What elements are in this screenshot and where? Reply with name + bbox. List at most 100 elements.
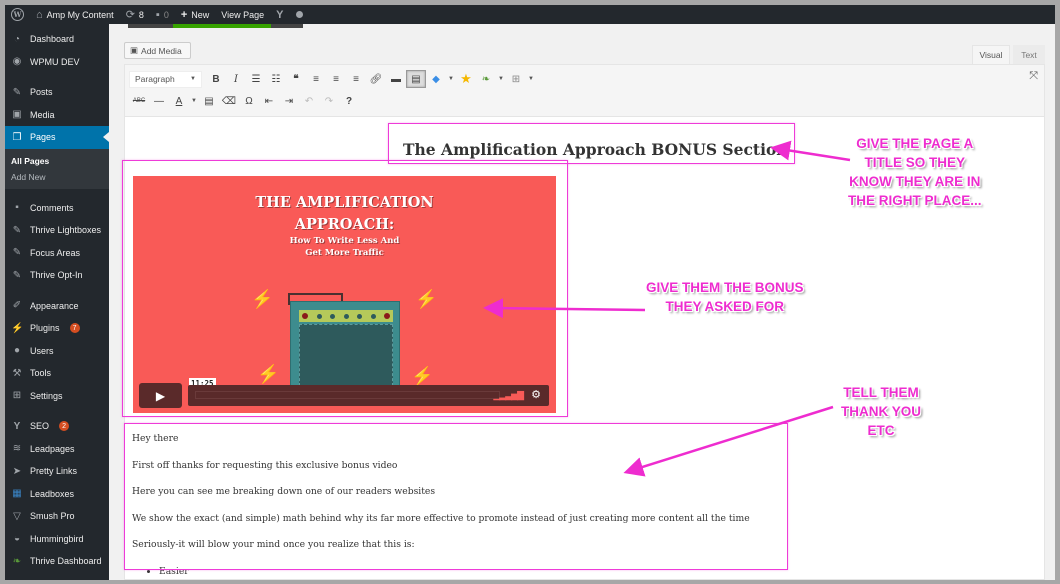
annotation-video-note: GIVE THEM THE BONUS THEY ASKED FOR: [646, 280, 804, 314]
user-icon: ●: [13, 345, 21, 357]
outdent-icon[interactable]: ⇤: [259, 92, 279, 110]
video-highlight-box: [122, 160, 568, 417]
help-icon[interactable]: ?: [339, 92, 359, 110]
progress-fill: [173, 24, 271, 28]
fullscreen-icon[interactable]: ⤧: [1029, 70, 1038, 83]
numbered-list-icon[interactable]: ☷: [266, 70, 286, 88]
clear-formatting-icon[interactable]: ⌫: [219, 92, 239, 110]
media-icon: ▣: [130, 45, 139, 55]
star-arrow-icon: ➤: [12, 465, 22, 477]
new-label: New: [191, 9, 210, 20]
view-page-link[interactable]: View Page: [215, 5, 270, 24]
sidebar-item-focus-areas[interactable]: ✎ Focus Areas: [5, 242, 109, 265]
sidebar-item-settings[interactable]: ⊞ Settings: [5, 385, 109, 408]
text-highlight-box: [124, 423, 788, 570]
chevron-down-icon[interactable]: ▼: [496, 70, 506, 88]
bullet-list-icon[interactable]: ☰: [246, 70, 266, 88]
toolbar-toggle-icon[interactable]: ▤: [406, 70, 426, 88]
sidebar-item-dashboard[interactable]: ◔ Dashboard: [5, 28, 109, 51]
leaf-icon[interactable]: ❧: [476, 70, 496, 88]
annotation-title-note: GIVE THE PAGE A TITLE SO THEY KNOW THEY …: [848, 136, 982, 208]
leadbox-icon: ▦: [12, 488, 22, 500]
sidebar-item-leadboxes[interactable]: ▦ Leadboxes: [5, 483, 109, 506]
seo-notification-badge: 2: [59, 421, 70, 432]
sidebar-item-thrive-dashboard[interactable]: ❧ Thrive Dashboard: [5, 550, 109, 573]
strikethrough-icon[interactable]: ABC: [129, 92, 149, 110]
chevron-down-icon: ▼: [190, 76, 196, 82]
site-name-link[interactable]: ⌂ Amp My Content: [30, 5, 120, 24]
sidebar-item-wpmu-dev[interactable]: ◉ WPMU DEV: [5, 51, 109, 74]
sidebar-item-smush-pro[interactable]: ▽ Smush Pro: [5, 505, 109, 528]
redo-icon[interactable]: ↷: [319, 92, 339, 110]
grid-icon[interactable]: ⊞: [506, 70, 526, 88]
link-icon[interactable]: 🔗︎: [366, 70, 386, 88]
horizontal-line-icon[interactable]: —: [149, 92, 169, 110]
sidebar-item-media[interactable]: ▣ Media: [5, 104, 109, 127]
wpmudev-icon: ◉: [12, 56, 22, 68]
media-icon: ▣: [12, 109, 22, 121]
bold-icon[interactable]: B: [206, 70, 226, 88]
star-icon[interactable]: ★: [456, 70, 476, 88]
sidebar-item-pages[interactable]: ❐ Pages: [5, 126, 109, 149]
status-indicator[interactable]: [290, 5, 309, 24]
shortcode-icon[interactable]: ◆: [426, 70, 446, 88]
chevron-down-icon[interactable]: ▼: [526, 70, 536, 88]
undo-icon[interactable]: ↶: [299, 92, 319, 110]
smush-icon: ▽: [13, 510, 21, 522]
tab-text[interactable]: Text: [1013, 45, 1045, 64]
dashboard-icon: ◔: [13, 33, 21, 45]
special-character-icon[interactable]: Ω: [239, 92, 259, 110]
align-center-icon[interactable]: ≡: [326, 70, 346, 88]
sidebar-item-thrive-lightboxes[interactable]: ✎ Thrive Lightboxes: [5, 219, 109, 242]
seo-menu[interactable]: Y: [270, 5, 289, 24]
new-content-link[interactable]: + New: [175, 5, 215, 24]
plugins-update-badge: 7: [69, 323, 80, 334]
sidebar-item-hummingbird[interactable]: ◒ Hummingbird: [5, 528, 109, 551]
blockquote-icon[interactable]: ❝: [286, 70, 306, 88]
sidebar-item-users[interactable]: ● Users: [5, 340, 109, 363]
format-select[interactable]: Paragraph ▼: [129, 70, 202, 88]
paste-text-icon[interactable]: ▤: [199, 92, 219, 110]
pin-icon: ✎: [12, 269, 22, 281]
chevron-down-icon[interactable]: ▼: [189, 92, 199, 110]
updates-link[interactable]: ⟳ 8: [120, 5, 150, 24]
comments-link[interactable]: ▪ 0: [150, 5, 175, 24]
home-icon: ⌂: [36, 8, 43, 21]
italic-icon[interactable]: I: [226, 70, 246, 88]
align-right-icon[interactable]: ≡: [346, 70, 366, 88]
sidebar-item-tools[interactable]: ⚒ Tools: [5, 362, 109, 385]
align-left-icon[interactable]: ≡: [306, 70, 326, 88]
submenu-all-pages[interactable]: All Pages: [5, 153, 109, 169]
sidebar-item-posts[interactable]: ✎ Posts: [5, 81, 109, 104]
sidebar-item-comments[interactable]: ▪ Comments: [5, 197, 109, 220]
layers-icon: ≋: [12, 443, 22, 455]
submenu-add-new[interactable]: Add New: [5, 169, 109, 185]
screen-frame: W ⌂ Amp My Content ⟳ 8 ▪ 0 + New View Page Y…: [5, 5, 1055, 580]
yoast-icon: Y: [276, 8, 284, 21]
admin-bar: W ⌂ Amp My Content ⟳ 8 ▪ 0 + New View Page Y: [5, 5, 1055, 24]
annotation-text-note: TELL THEM THANK YOU ETC: [841, 385, 922, 438]
indent-icon[interactable]: ⇥: [279, 92, 299, 110]
sidebar-item-thrive-opt-in[interactable]: ✎ Thrive Opt-In: [5, 264, 109, 287]
sidebar-item-plugins[interactable]: ⚡ Plugins 7: [5, 317, 109, 340]
hummingbird-icon: ◒: [13, 533, 21, 545]
sidebar-item-pretty-links[interactable]: ➤ Pretty Links: [5, 460, 109, 483]
wrench-icon: ⚒: [12, 367, 22, 379]
sidebar-item-seo[interactable]: Y SEO 2: [5, 415, 109, 438]
sidebar-item-appearance[interactable]: ✐ Appearance: [5, 295, 109, 318]
read-more-icon[interactable]: ▬: [386, 70, 406, 88]
text-color-icon[interactable]: A: [169, 92, 189, 110]
add-media-button[interactable]: ▣ Add Media: [124, 42, 191, 59]
sidebar-item-leadpages[interactable]: ≋ Leadpages: [5, 438, 109, 461]
updates-count: 8: [138, 9, 144, 20]
wp-logo-menu[interactable]: W: [5, 5, 30, 24]
pin-icon: ✎: [12, 247, 22, 259]
tab-visual[interactable]: Visual: [972, 45, 1010, 64]
editor-toolbar: Paragraph ▼ B I ☰ ☷ ❝ ≡ ≡ ≡ 🔗︎ ▬ ▤ ◆ ▼ ★ …: [125, 65, 1044, 117]
admin-sidebar: ◔ Dashboard ◉ WPMU DEV ✎ Posts ▣ Media ❐ Page…: [5, 24, 109, 580]
wordpress-icon: W: [11, 8, 24, 21]
comment-icon: ▪: [15, 202, 19, 214]
brush-icon: ✐: [12, 300, 22, 312]
updates-icon: ⟳: [125, 9, 135, 21]
chevron-down-icon[interactable]: ▼: [446, 70, 456, 88]
